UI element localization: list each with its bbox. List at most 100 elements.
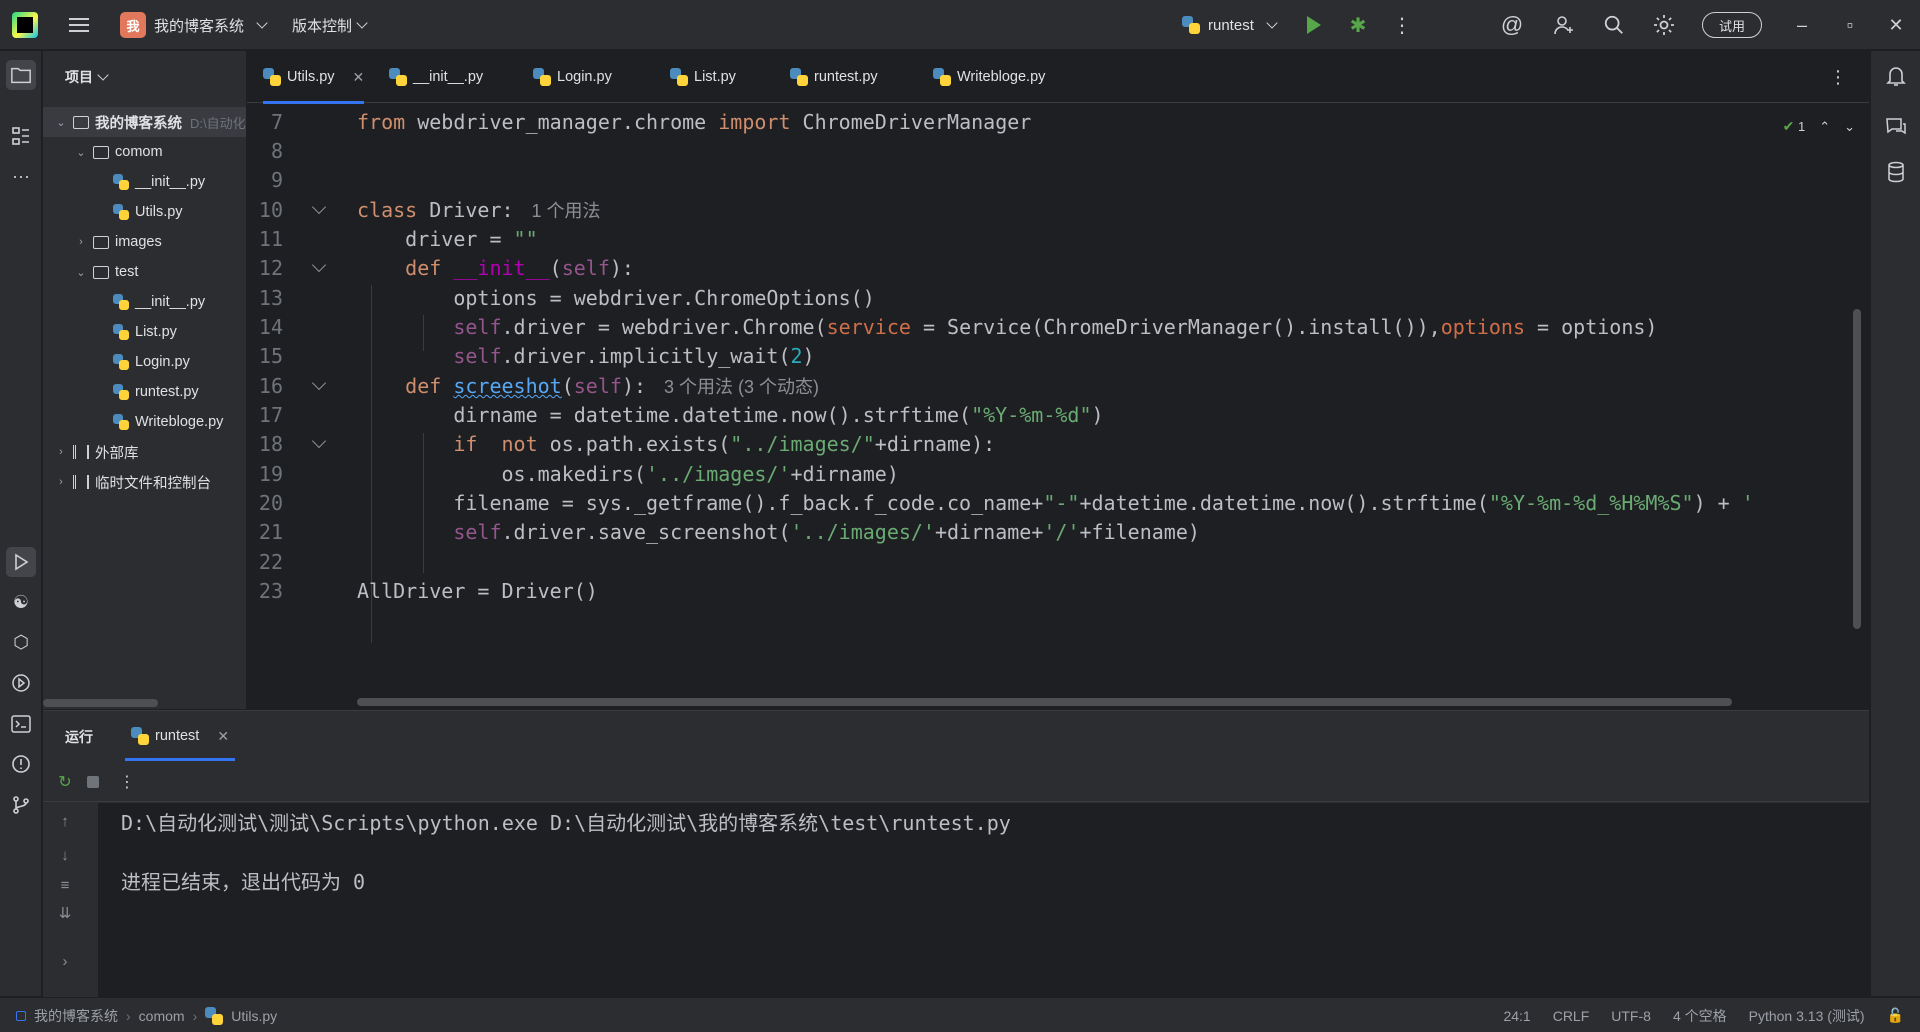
fold-arrow-icon[interactable] (311, 433, 327, 449)
pycharm-logo-icon[interactable] (12, 12, 38, 38)
close-tab-icon[interactable]: ✕ (217, 728, 229, 745)
more-tools-button[interactable]: ··· (6, 161, 36, 191)
project-tool-button[interactable] (6, 60, 36, 90)
add-user-button[interactable] (1546, 0, 1582, 50)
tree-item-file[interactable]: List.py (43, 317, 246, 347)
database-button[interactable] (1881, 157, 1911, 187)
terminal-tool-button[interactable] (6, 709, 36, 739)
vcs-menu[interactable]: 版本控制 (292, 0, 368, 50)
close-button[interactable]: ✕ (1872, 0, 1920, 50)
more-horizontal-icon: ··· (12, 165, 30, 186)
usages-hint[interactable]: 1 个用法 (532, 201, 601, 221)
tree-item-external-libs[interactable]: › 外部库 (43, 437, 246, 467)
code-text: from webdriver_manager.chrome import Chr… (357, 110, 1032, 134)
code-text: driver = "" (357, 227, 538, 251)
expanded-arrow-icon[interactable]: ⌄ (53, 114, 69, 130)
tabs-more-icon[interactable]: ⋮ (1829, 67, 1847, 88)
horizontal-scrollbar[interactable] (357, 698, 1732, 706)
run-config-selector[interactable]: runtest (1182, 0, 1278, 50)
tab-runtest[interactable]: runtest.py (790, 51, 878, 103)
lock-icon[interactable]: 🔓 (1887, 1007, 1904, 1024)
scroll-up-button[interactable]: ↑ (53, 809, 77, 833)
python-file-icon (790, 68, 808, 86)
structure-tool-button[interactable] (6, 121, 36, 151)
python-file-icon (205, 1006, 224, 1025)
scroll-to-end-button[interactable]: ⇊ (53, 901, 77, 925)
project-panel-header[interactable]: 项目 (65, 67, 109, 87)
notifications-button[interactable] (1881, 61, 1911, 91)
run-button[interactable] (1296, 0, 1332, 50)
run-tab-runtest[interactable]: runtest ✕ (125, 711, 236, 761)
expand-gutter-button[interactable]: › (53, 949, 77, 973)
minimize-button[interactable]: – (1778, 0, 1826, 50)
fold-arrow-icon[interactable] (311, 199, 327, 215)
tree-item-file[interactable]: Login.py (43, 347, 246, 377)
close-tab-icon[interactable]: ✕ (353, 69, 365, 86)
problems-tool-button[interactable] (6, 749, 36, 779)
tree-item-label: comom (115, 144, 163, 160)
run-toolbar: ↻ ⋮ (43, 762, 1869, 802)
fold-arrow-icon[interactable] (311, 375, 327, 391)
tree-item-file[interactable]: __init__.py (43, 287, 246, 317)
trial-button[interactable]: 试用 (1702, 12, 1763, 38)
horizontal-scrollbar[interactable] (43, 699, 158, 707)
git-tool-button[interactable] (6, 790, 36, 820)
tree-item-root[interactable]: ⌄ 我的博客系统 D:\自动化 (43, 107, 246, 137)
vertical-scrollbar[interactable] (1853, 309, 1861, 629)
code-line: 23 AllDriver = Driver() (247, 573, 1869, 609)
line-separator[interactable]: CRLF (1553, 1008, 1590, 1024)
tree-item-folder[interactable]: › images (43, 227, 246, 257)
ai-assistant-button[interactable]: @ (1494, 0, 1530, 50)
tab-list[interactable]: List.py (670, 51, 736, 103)
tree-item-folder[interactable]: ⌄ test (43, 257, 246, 287)
tree-item-file[interactable]: Utils.py (43, 197, 246, 227)
rerun-button[interactable]: ↻ (53, 770, 77, 794)
usages-hint[interactable]: 3 个用法 (3 个动态) (664, 377, 819, 397)
settings-button[interactable] (1646, 0, 1682, 50)
project-switcher[interactable]: 我 我的博客系统 (120, 0, 268, 50)
warning-circle-icon (12, 755, 30, 773)
scroll-down-button[interactable]: ↓ (53, 843, 77, 867)
tab-writebloge[interactable]: Writebloge.py (933, 51, 1045, 103)
maximize-button[interactable]: ▫ (1826, 0, 1874, 50)
tab-init[interactable]: __init__.py (389, 51, 483, 103)
project-badge: 我 (120, 12, 146, 38)
tree-item-label: Utils.py (135, 204, 183, 220)
console-output[interactable]: ↑ ↓ ≡ ⇊ › D:\自动化测试\测试\Scripts\python.exe… (43, 803, 1869, 997)
expanded-arrow-icon[interactable]: ⌄ (73, 264, 89, 280)
tree-item-file[interactable]: Writebloge.py (43, 407, 246, 437)
breadcrumb-item[interactable]: 我的博客系统 (34, 1006, 118, 1026)
run-panel-title: 运行 (65, 729, 93, 745)
search-everywhere-button[interactable] (1596, 0, 1632, 50)
fold-arrow-icon[interactable] (311, 257, 327, 273)
tree-item-file[interactable]: __init__.py (43, 167, 246, 197)
cursor-position[interactable]: 24:1 (1503, 1008, 1530, 1024)
tree-item-folder[interactable]: ⌄ comom (43, 137, 246, 167)
breadcrumb-item[interactable]: comom (139, 1008, 185, 1024)
python-packages-button[interactable]: ☯ (6, 587, 36, 617)
main-menu-icon[interactable] (64, 0, 94, 50)
soft-wrap-button[interactable]: ≡ (53, 873, 77, 897)
breadcrumb-item[interactable]: Utils.py (231, 1008, 277, 1024)
collapsed-arrow-icon[interactable]: › (53, 444, 69, 460)
run-more-button[interactable]: ⋮ (115, 770, 139, 794)
stop-button[interactable] (81, 770, 105, 794)
tab-utils[interactable]: Utils.py ✕ (263, 51, 365, 104)
tree-item-file[interactable]: runtest.py (43, 377, 246, 407)
services-tool-button[interactable]: ⬡ (6, 627, 36, 657)
ai-chat-button[interactable] (1881, 111, 1911, 141)
run-tool-button[interactable] (6, 547, 36, 577)
tab-login[interactable]: Login.py (533, 51, 612, 103)
more-actions-button[interactable]: ⋮ (1384, 0, 1420, 50)
file-encoding[interactable]: UTF-8 (1611, 1008, 1651, 1024)
code-area[interactable]: ✔ 1 ⌃ ⌄ 7 from webdriver_manager.chrome … (247, 104, 1869, 709)
collapsed-arrow-icon[interactable]: › (53, 474, 69, 490)
expanded-arrow-icon[interactable]: ⌄ (73, 144, 89, 160)
indent-setting[interactable]: 4 个空格 (1673, 1006, 1727, 1026)
collapsed-arrow-icon[interactable]: › (73, 234, 89, 250)
code-text: self.driver.save_screenshot('../images/'… (453, 520, 1200, 544)
python-interpreter[interactable]: Python 3.13 (测试) (1749, 1006, 1865, 1026)
services-run-button[interactable] (6, 668, 36, 698)
tree-item-scratches[interactable]: › 临时文件和控制台 (43, 467, 246, 497)
debug-button[interactable]: ✱ (1340, 0, 1376, 50)
